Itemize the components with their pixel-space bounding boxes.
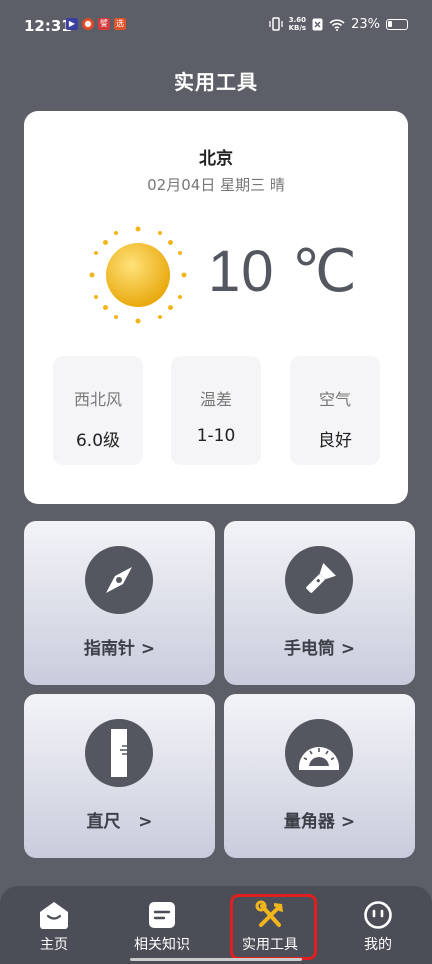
app-notification-icon: ● [82, 18, 94, 30]
app-notification-icon: 选 [114, 18, 126, 30]
stat-label: 西北风 [73, 390, 122, 409]
page-title: 实用工具 [174, 70, 258, 94]
air-quality-stat: 空气 良好 [290, 356, 380, 465]
profile-icon [364, 901, 392, 929]
stat-value: 良好 [318, 431, 352, 451]
ruler-label: 直尺 > [86, 812, 153, 832]
battery-icon [386, 18, 408, 30]
weather-city: 北京 [199, 149, 233, 169]
status-time: 12:31 [24, 17, 72, 35]
bottom-nav: 主页 相关知识 实用工具 我的 [0, 886, 432, 964]
wifi-icon [329, 18, 345, 31]
ruler-tool-card[interactable]: 直尺 > [24, 694, 215, 858]
status-bar: 12:31 ▶ ● 譬 选 3.60 KB/s 23% [0, 0, 432, 52]
compass-icon [85, 546, 153, 614]
nav-label: 相关知识 [134, 937, 190, 953]
stat-label: 空气 [318, 390, 351, 409]
battery-percent: 23% [351, 16, 380, 32]
ruler-icon [85, 719, 153, 787]
compass-label: 指南针 > [83, 639, 156, 659]
stat-value: 6.0级 [75, 431, 121, 451]
protractor-icon [285, 719, 353, 787]
flashlight-label: 手电筒 > [283, 639, 356, 659]
home-indicator[interactable] [130, 958, 302, 961]
app-notification-icon: 譬 [98, 18, 110, 30]
active-tab-highlight [230, 894, 317, 960]
network-speed: 3.60 KB/s [288, 16, 307, 32]
app-notification-icon: ▶ [66, 18, 78, 30]
nav-label: 主页 [40, 937, 68, 953]
status-right: 3.60 KB/s 23% [268, 16, 408, 32]
vibrate-icon [268, 17, 283, 31]
weather-card: 北京 02月04日 星期三 晴 10 ℃ 西北风 6.0级 温差 1-10 空气 [24, 111, 408, 504]
weather-date: 02月04日 星期三 晴 [147, 176, 285, 194]
flashlight-icon [285, 546, 353, 614]
notification-icons: ▶ ● 譬 选 [66, 18, 126, 30]
stat-value: 1-10 [196, 426, 236, 446]
temp-range-stat: 温差 1-10 [171, 356, 261, 465]
home-icon [40, 902, 68, 929]
flashlight-tool-card[interactable]: 手电筒 > [224, 521, 415, 685]
protractor-label: 量角器 > [283, 812, 356, 832]
sun-icon [89, 226, 187, 324]
sim-icon [312, 18, 323, 30]
nav-label: 我的 [364, 937, 392, 953]
temperature-value: 10 ℃ [208, 239, 358, 304]
stat-label: 温差 [199, 390, 232, 409]
nav-home[interactable]: 主页 [4, 900, 104, 954]
nav-knowledge[interactable]: 相关知识 [112, 900, 212, 954]
knowledge-icon [149, 902, 175, 928]
wind-stat: 西北风 6.0级 [53, 356, 143, 465]
compass-tool-card[interactable]: 指南针 > [24, 521, 215, 685]
protractor-tool-card[interactable]: 量角器 > [224, 694, 415, 858]
nav-profile[interactable]: 我的 [328, 900, 428, 954]
